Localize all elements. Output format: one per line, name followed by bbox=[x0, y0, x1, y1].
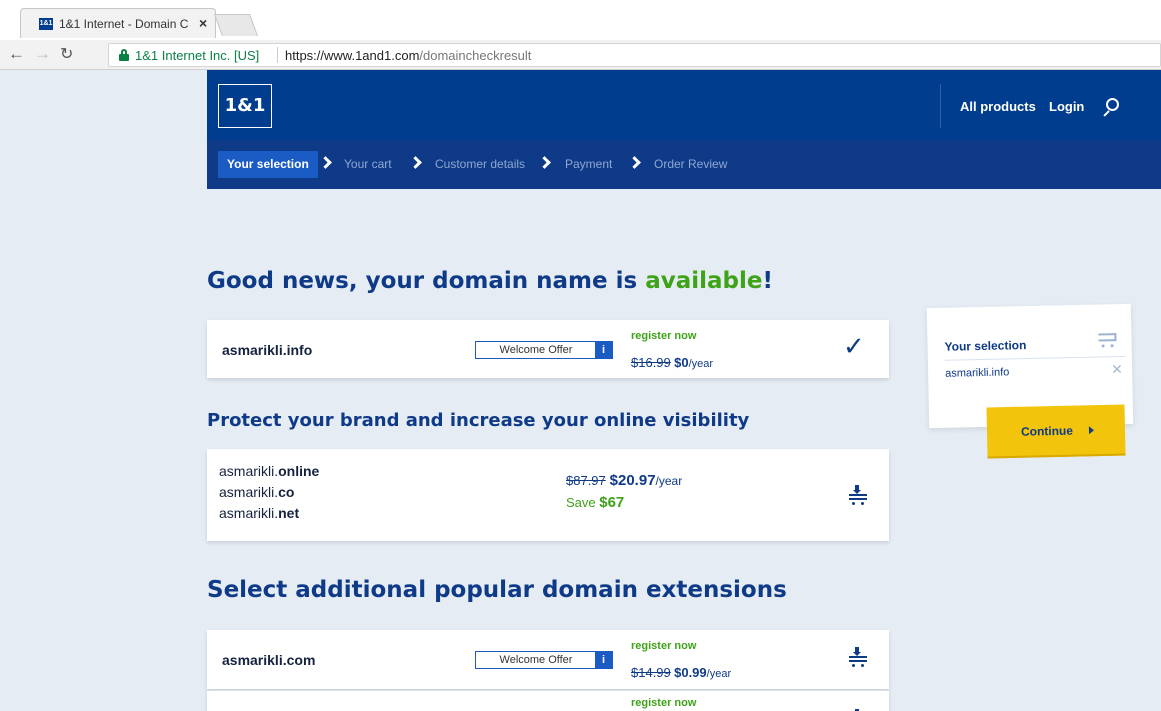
domain-name: asmarikli.com bbox=[222, 652, 316, 668]
register-now-label: register now bbox=[631, 640, 697, 652]
welcome-offer-label: Welcome Offer bbox=[499, 344, 573, 356]
step-payment[interactable]: Payment bbox=[565, 140, 612, 189]
save-amount: $67 bbox=[599, 494, 625, 511]
new-tab-button[interactable] bbox=[213, 14, 259, 36]
site-header: 1&1 All products Login bbox=[207, 70, 1161, 140]
browser-tab-bar: 1&1 1&1 Internet - Domain C × bbox=[0, 0, 1161, 40]
browser-toolbar: ← → ↻ 1&1 Internet Inc. [US] https://www… bbox=[0, 40, 1161, 70]
domain-row: asmarikli.com Welcome Offer i register n… bbox=[207, 630, 889, 689]
search-icon[interactable] bbox=[1102, 98, 1120, 117]
chevron-right-icon bbox=[319, 156, 332, 169]
divider bbox=[277, 47, 278, 63]
url-text: https://www.1and1.com/domaincheckresult bbox=[285, 48, 531, 63]
checkmark-icon[interactable]: ✓ bbox=[843, 331, 865, 362]
new-price: $0.99 bbox=[674, 665, 707, 680]
brand-logo[interactable]: 1&1 bbox=[218, 84, 272, 128]
lock-icon bbox=[119, 49, 129, 61]
bundle-domain: asmarikli.online bbox=[219, 463, 319, 479]
chevron-right-icon bbox=[538, 156, 551, 169]
welcome-offer-label: Welcome Offer bbox=[499, 654, 573, 666]
savings-label: Save $67 bbox=[566, 494, 624, 511]
bundle-domain-tld: online bbox=[278, 463, 320, 479]
domain-row: register now bbox=[207, 690, 889, 711]
add-to-cart-icon[interactable] bbox=[848, 647, 868, 667]
back-icon[interactable]: ← bbox=[8, 44, 25, 64]
save-text: Save bbox=[566, 495, 600, 510]
url-host: https://www.1and1.com bbox=[285, 48, 420, 63]
address-bar[interactable]: 1&1 Internet Inc. [US] https://www.1and1… bbox=[108, 43, 1161, 67]
bundle-domain: asmarikli.co bbox=[219, 484, 294, 500]
additional-heading: Select additional popular domain extensi… bbox=[207, 577, 787, 603]
bundle-domain-tld: net bbox=[278, 505, 300, 521]
domain-name: asmarikli.info bbox=[222, 342, 313, 358]
welcome-offer-badge[interactable]: Welcome Offer i bbox=[475, 651, 613, 669]
register-now-label: register now bbox=[631, 330, 697, 342]
protect-heading: Protect your brand and increase your onl… bbox=[207, 410, 750, 431]
caret-right-icon bbox=[1088, 426, 1095, 435]
info-icon[interactable]: i bbox=[595, 652, 612, 668]
cart-icon bbox=[1098, 333, 1120, 349]
step-order-review[interactable]: Order Review bbox=[654, 140, 727, 189]
reload-icon[interactable]: ↻ bbox=[60, 44, 73, 64]
header-divider bbox=[940, 84, 941, 128]
heading-suffix: ! bbox=[762, 268, 773, 294]
bundle-domain-base: asmarikli. bbox=[219, 484, 279, 500]
url-path: /domaincheckresult bbox=[419, 48, 532, 63]
add-to-cart-icon[interactable] bbox=[848, 485, 868, 505]
heading-available: available bbox=[645, 268, 763, 294]
selection-item: asmarikli.info bbox=[945, 366, 1010, 380]
new-price: $20.97 bbox=[609, 472, 656, 489]
old-price: $16.99 bbox=[631, 355, 671, 370]
bundle-domain-base: asmarikli. bbox=[219, 463, 279, 479]
forward-icon[interactable]: → bbox=[34, 44, 51, 64]
bundle-domain: asmarikli.net bbox=[219, 505, 299, 521]
site-content: 1&1 All products Login Your selection Yo… bbox=[207, 70, 1161, 711]
bundle-domain-base: asmarikli. bbox=[219, 505, 279, 521]
old-price: $14.99 bbox=[631, 665, 671, 680]
selected-domain-card: asmarikli.info Welcome Offer i register … bbox=[207, 320, 889, 378]
step-your-cart[interactable]: Your cart bbox=[344, 140, 392, 189]
availability-heading: Good news, your domain name is available… bbox=[207, 268, 773, 294]
chevron-right-icon bbox=[409, 156, 422, 169]
step-your-selection[interactable]: Your selection bbox=[218, 151, 318, 178]
price: $16.99 $0/year bbox=[631, 355, 713, 370]
bundle-domain-tld: co bbox=[278, 484, 295, 500]
info-icon[interactable]: i bbox=[595, 342, 612, 358]
continue-button[interactable]: Continue bbox=[986, 404, 1126, 459]
tab-close-icon[interactable]: × bbox=[199, 15, 207, 31]
login-link[interactable]: Login bbox=[1049, 99, 1084, 114]
register-now-label: register now bbox=[631, 697, 697, 709]
price-period: /year bbox=[706, 668, 732, 680]
price: $14.99 $0.99/year bbox=[631, 665, 731, 680]
price-period: /year bbox=[688, 358, 714, 370]
all-products-link[interactable]: All products bbox=[960, 99, 1036, 114]
welcome-offer-badge[interactable]: Welcome Offer i bbox=[475, 341, 613, 359]
checkout-steps: Your selection Your cart Customer detail… bbox=[207, 140, 1161, 189]
new-price: $0 bbox=[674, 355, 689, 370]
remove-icon[interactable]: ✕ bbox=[1111, 361, 1123, 378]
step-customer-details[interactable]: Customer details bbox=[435, 140, 525, 189]
site-favicon-icon: 1&1 bbox=[39, 18, 53, 30]
selection-title: Your selection bbox=[944, 338, 1027, 354]
browser-tab[interactable]: 1&1 1&1 Internet - Domain C × bbox=[20, 8, 216, 38]
bundle-card: asmarikli.online asmarikli.co asmarikli.… bbox=[207, 449, 889, 541]
old-price: $87.97 bbox=[566, 473, 606, 488]
heading-prefix: Good news, your domain name is bbox=[207, 268, 646, 294]
continue-label: Continue bbox=[1020, 423, 1074, 439]
divider bbox=[944, 356, 1125, 361]
price-period: /year bbox=[655, 474, 683, 488]
secure-origin-label: 1&1 Internet Inc. [US] bbox=[135, 48, 260, 63]
tab-title: 1&1 Internet - Domain C bbox=[59, 17, 189, 31]
bundle-price: $87.97 $20.97/year bbox=[566, 472, 682, 489]
chevron-right-icon bbox=[628, 156, 641, 169]
